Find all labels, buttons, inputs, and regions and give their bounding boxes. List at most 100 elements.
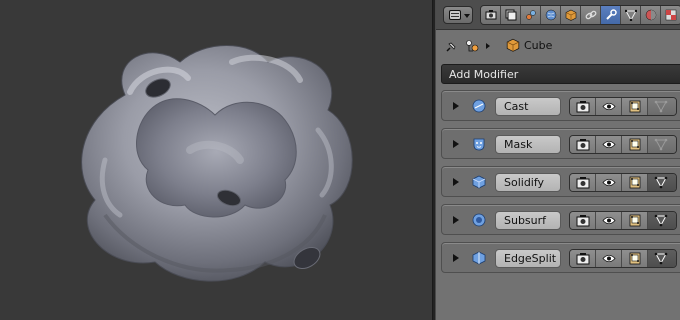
properties-header xyxy=(436,0,680,30)
render-toggle[interactable] xyxy=(570,212,596,229)
tab-render-layers[interactable] xyxy=(501,6,521,24)
render-toggle[interactable] xyxy=(570,250,596,267)
tab-data[interactable] xyxy=(621,6,641,24)
render-toggle[interactable] xyxy=(570,136,596,153)
texture-icon xyxy=(665,9,677,21)
properties-editor: Cube Add Modifier Cast Mask Solidify Sub… xyxy=(436,0,680,320)
object-data-icon xyxy=(466,40,479,52)
cage-toggle[interactable] xyxy=(648,174,676,191)
tab-render[interactable] xyxy=(481,6,501,24)
edgesplit-icon xyxy=(472,251,486,265)
context-tabs xyxy=(480,5,680,25)
editmode-icon xyxy=(629,176,641,189)
expand-triangle-icon[interactable] xyxy=(453,216,459,224)
cage-toggle[interactable] xyxy=(648,98,676,115)
object-icon xyxy=(506,38,520,52)
cage-toggle[interactable] xyxy=(648,250,676,267)
solidify-icon xyxy=(472,175,486,189)
editmode-toggle[interactable] xyxy=(622,136,648,153)
eye-icon xyxy=(602,178,616,187)
wrench-icon xyxy=(606,9,617,20)
editmode-toggle[interactable] xyxy=(622,250,648,267)
tab-world[interactable] xyxy=(541,6,561,24)
chevron-down-icon xyxy=(464,14,470,18)
modifier-name-field[interactable]: Cast xyxy=(495,97,561,116)
vertex-triangle-icon xyxy=(654,100,668,113)
viewport-toggle[interactable] xyxy=(596,136,622,153)
camera-icon xyxy=(576,139,590,151)
3d-viewport[interactable] xyxy=(0,0,432,320)
eye-icon xyxy=(602,254,616,263)
modifier-name-field[interactable]: EdgeSplit xyxy=(495,249,561,268)
render-toggle[interactable] xyxy=(570,98,596,115)
tab-modifiers[interactable] xyxy=(601,6,621,24)
render-toggle[interactable] xyxy=(570,174,596,191)
tab-material[interactable] xyxy=(641,6,661,24)
object-icon xyxy=(565,9,577,21)
modifier-toggles xyxy=(569,135,677,154)
modifier-panel-edgesplit: EdgeSplit xyxy=(441,242,680,273)
modifier-panel-subsurf: Subsurf xyxy=(441,204,680,235)
chevron-right-icon xyxy=(486,43,490,49)
viewport-toggle[interactable] xyxy=(596,212,622,229)
camera-icon xyxy=(576,177,590,189)
editmode-icon xyxy=(629,214,641,227)
modifier-panel-mask: Mask xyxy=(441,128,680,159)
render-layers-icon xyxy=(505,9,517,21)
mesh-data-icon xyxy=(625,9,637,21)
camera-icon xyxy=(485,10,497,20)
expand-triangle-icon[interactable] xyxy=(453,102,459,110)
modifier-toggles xyxy=(569,211,677,230)
editmode-icon xyxy=(629,100,641,113)
tab-texture[interactable] xyxy=(661,6,680,24)
world-icon xyxy=(545,9,557,21)
scene-icon xyxy=(526,10,536,20)
vertex-triangle-icon xyxy=(654,214,668,227)
modifier-name-field[interactable]: Solidify xyxy=(495,173,561,192)
constraints-icon xyxy=(585,10,597,20)
viewport-toggle[interactable] xyxy=(596,250,622,267)
viewport-toggle[interactable] xyxy=(596,98,622,115)
tab-constraints[interactable] xyxy=(581,6,601,24)
expand-triangle-icon[interactable] xyxy=(453,254,459,262)
modifier-name-field[interactable]: Subsurf xyxy=(495,211,561,230)
camera-icon xyxy=(576,253,590,265)
modifier-panel-solidify: Solidify xyxy=(441,166,680,197)
modifier-panel-cast: Cast xyxy=(441,90,680,121)
eye-icon xyxy=(602,216,616,225)
editmode-toggle[interactable] xyxy=(622,174,648,191)
eye-icon xyxy=(602,102,616,111)
add-modifier-button[interactable]: Add Modifier xyxy=(441,64,680,84)
expand-triangle-icon[interactable] xyxy=(453,140,459,148)
pin-icon[interactable] xyxy=(444,40,458,54)
editor-type-button[interactable] xyxy=(443,6,473,24)
modifier-toggles xyxy=(569,173,677,192)
tab-scene[interactable] xyxy=(521,6,541,24)
cast-icon xyxy=(472,99,486,113)
breadcrumb: Cube xyxy=(436,34,680,58)
camera-icon xyxy=(576,101,590,113)
vertex-triangle-icon xyxy=(654,252,668,265)
eye-icon xyxy=(602,140,616,149)
tab-object[interactable] xyxy=(561,6,581,24)
editmode-toggle[interactable] xyxy=(622,212,648,229)
mask-icon xyxy=(473,138,485,151)
cage-toggle[interactable] xyxy=(648,212,676,229)
vertex-triangle-icon xyxy=(654,176,668,189)
subsurf-icon xyxy=(472,213,486,227)
vertex-triangle-icon xyxy=(654,138,668,151)
properties-editor-icon xyxy=(449,10,461,20)
cage-toggle[interactable] xyxy=(648,136,676,153)
editmode-icon xyxy=(629,252,641,265)
camera-icon xyxy=(576,215,590,227)
mesh-object[interactable] xyxy=(0,0,432,320)
expand-triangle-icon[interactable] xyxy=(453,178,459,186)
modifier-toggles xyxy=(569,97,677,116)
editmode-icon xyxy=(629,138,641,151)
material-icon xyxy=(645,9,657,21)
modifier-name-field[interactable]: Mask xyxy=(495,135,561,154)
object-name: Cube xyxy=(524,39,553,52)
modifier-toggles xyxy=(569,249,677,268)
viewport-toggle[interactable] xyxy=(596,174,622,191)
editmode-toggle[interactable] xyxy=(622,98,648,115)
